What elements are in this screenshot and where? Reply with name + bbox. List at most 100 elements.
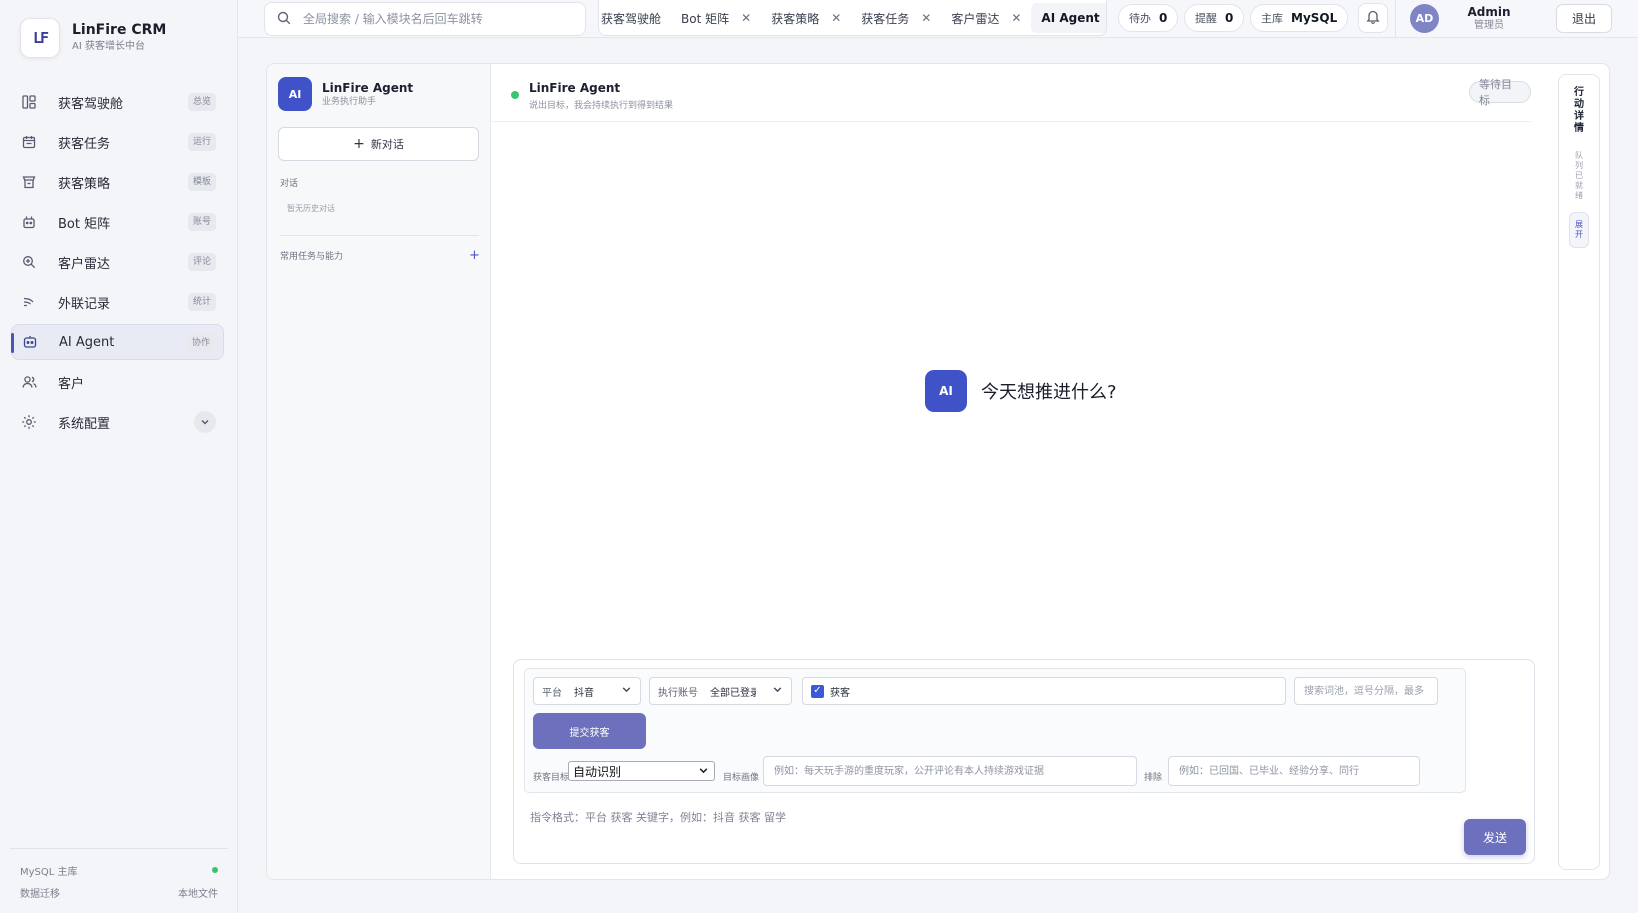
user-role: 管理员 bbox=[1474, 20, 1504, 31]
todo-count: 0 bbox=[1159, 11, 1168, 25]
exclude-input[interactable] bbox=[1168, 756, 1420, 786]
avatar[interactable]: AD bbox=[1410, 4, 1439, 33]
submit-acquisition-button[interactable]: 提交获客 bbox=[533, 713, 646, 749]
search-input[interactable] bbox=[303, 12, 563, 26]
sidebar-item-tasks[interactable]: 获客任务 运行 bbox=[11, 124, 224, 160]
goal-select[interactable]: 自动识别 bbox=[568, 761, 715, 781]
close-icon[interactable]: ✕ bbox=[741, 11, 751, 25]
tab-bot-matrix[interactable]: Bot 矩阵 ✕ bbox=[671, 3, 761, 33]
send-button[interactable]: 发送 bbox=[1464, 819, 1526, 855]
local-file-link[interactable]: 本地文件 bbox=[178, 885, 218, 900]
chevron-down-icon bbox=[772, 684, 783, 698]
tab-label: 获客策略 bbox=[771, 11, 820, 26]
close-icon[interactable]: ✕ bbox=[921, 11, 931, 25]
outreach-icon bbox=[21, 294, 37, 310]
goal-value: 自动识别 bbox=[573, 764, 622, 779]
db-status-dot bbox=[212, 867, 218, 873]
tab-radar[interactable]: 客户雷达 ✕ bbox=[941, 3, 1031, 33]
online-status-dot bbox=[511, 91, 519, 99]
brand[interactable]: LF LinFire CRM AI 获客增长中台 bbox=[20, 18, 166, 58]
tab-label: Bot 矩阵 bbox=[681, 11, 730, 26]
sidebar-item-ai-agent[interactable]: AI Agent 协作 bbox=[11, 324, 224, 360]
remind-label: 提醒 bbox=[1195, 12, 1217, 25]
notification-button[interactable] bbox=[1358, 3, 1388, 33]
sidebar-item-badge: 账号 bbox=[187, 213, 216, 231]
user-name: Admin bbox=[1467, 5, 1511, 19]
tab-label: 获客驾驶舱 bbox=[601, 11, 662, 26]
sidebar-item-label: 获客驾驶舱 bbox=[58, 96, 124, 112]
brand-subtitle: AI 获客增长中台 bbox=[72, 41, 145, 52]
remind-chip[interactable]: 提醒 0 bbox=[1184, 4, 1245, 32]
sidebar-item-radar[interactable]: 客户雷达 评论 bbox=[11, 244, 224, 280]
status-badge: 等待目标 bbox=[1469, 78, 1531, 107]
chat-title: LinFire Agent bbox=[529, 81, 621, 95]
sidebar-item-strategy[interactable]: 获客策略 模板 bbox=[11, 164, 224, 200]
agent-name: LinFire Agent bbox=[322, 80, 414, 95]
expand-button[interactable]: 展开 bbox=[1569, 212, 1589, 248]
persona-input[interactable] bbox=[763, 756, 1137, 786]
calendar-icon bbox=[21, 134, 37, 150]
add-capability-icon[interactable]: + bbox=[469, 248, 480, 263]
todo-label: 待办 bbox=[1129, 12, 1151, 25]
sidebar-nav: 获客驾驶舱 总览 获客任务 运行 获客策略 模板 Bot 矩阵 账号 客户雷达 … bbox=[11, 84, 224, 444]
sidebar-item-label: 系统配置 bbox=[58, 416, 111, 432]
user-info[interactable]: Admin 管理员 bbox=[1446, 5, 1532, 33]
db-value: MySQL bbox=[1291, 11, 1338, 25]
sidebar-item-customers[interactable]: 客户 bbox=[11, 364, 224, 400]
new-conversation-button[interactable]: + 新对话 bbox=[278, 127, 479, 161]
chevron-down-icon bbox=[698, 765, 709, 779]
tab-strip: 获客驾驶舱 Bot 矩阵 ✕ 获客策略 ✕ 获客任务 ✕ 客户雷达 ✕ AI Agent… bbox=[598, 0, 1107, 36]
logout-button[interactable]: 退出 bbox=[1556, 4, 1612, 33]
acquisition-form: 平台 抖音 执行账号 全部已登录 ✓ 获客 提交获客 获客目标 自动识别 bbox=[524, 668, 1466, 793]
chevron-down-icon[interactable] bbox=[194, 411, 216, 433]
migrate-link[interactable]: 数据迁移 bbox=[20, 885, 60, 900]
sidebar-item-badge: 统计 bbox=[187, 293, 216, 311]
sidebar-item-config[interactable]: 系统配置 bbox=[11, 404, 224, 440]
hero-prompt: 今天想推进什么? bbox=[981, 382, 1117, 403]
sidebar-item-label: 获客策略 bbox=[58, 176, 111, 192]
command-input[interactable] bbox=[530, 807, 1410, 827]
sidebar-item-label: Bot 矩阵 bbox=[58, 216, 111, 232]
tab-strategy[interactable]: 获客策略 ✕ bbox=[761, 3, 851, 33]
users-icon bbox=[21, 374, 37, 390]
account-select[interactable]: 执行账号 全部已登录 bbox=[649, 677, 792, 705]
empty-history-hint: 暂无历史对话 bbox=[287, 204, 335, 213]
divider bbox=[280, 235, 479, 236]
rail-queue-status: 队列已就绪 bbox=[1575, 151, 1583, 200]
tab-dashboard[interactable]: 获客驾驶舱 bbox=[599, 3, 671, 33]
tab-ai-agent[interactable]: AI Agent✕ bbox=[1031, 3, 1106, 33]
mode-checkbox-field[interactable]: ✓ 获客 bbox=[802, 677, 1286, 705]
capabilities-label: 常用任务与能力 bbox=[280, 252, 344, 262]
brand-logo: LF bbox=[20, 18, 60, 58]
sidebar-item-bot-matrix[interactable]: Bot 矩阵 账号 bbox=[11, 204, 224, 240]
sidebar: LF LinFire CRM AI 获客增长中台 获客驾驶舱 总览 获客任务 运… bbox=[0, 0, 238, 913]
sidebar-item-badge: 协作 bbox=[186, 334, 215, 352]
radar-search-icon bbox=[21, 254, 37, 270]
todo-chip[interactable]: 待办 0 bbox=[1118, 4, 1179, 32]
close-icon[interactable]: ✕ bbox=[1011, 11, 1021, 25]
tab-label: 获客任务 bbox=[861, 11, 910, 26]
topbar: 获客驾驶舱 Bot 矩阵 ✕ 获客策略 ✕ 获客任务 ✕ 客户雷达 ✕ AI Agent… bbox=[238, 0, 1638, 38]
sidebar-item-dashboard[interactable]: 获客驾驶舱 总览 bbox=[11, 84, 224, 120]
dashboard-icon bbox=[21, 94, 37, 110]
bell-icon bbox=[1366, 9, 1380, 28]
welcome-hero: AI 今天想推进什么? bbox=[925, 370, 1117, 412]
sidebar-item-outreach[interactable]: 外联记录 统计 bbox=[11, 284, 224, 320]
close-icon[interactable]: ✕ bbox=[831, 11, 841, 25]
platform-select[interactable]: 平台 抖音 bbox=[533, 677, 641, 705]
sidebar-item-badge: 模板 bbox=[187, 173, 216, 191]
rail-title: 行动详情 bbox=[1574, 87, 1584, 134]
sidebar-item-badge: 评论 bbox=[187, 253, 216, 271]
keyword-pool-input[interactable] bbox=[1294, 677, 1438, 705]
chat-subtitle: 说出目标，我会持续执行到得到结果 bbox=[529, 101, 674, 111]
sidebar-item-badge: 总览 bbox=[187, 93, 216, 111]
robot-icon bbox=[22, 334, 38, 350]
db-chip[interactable]: 主库 MySQL bbox=[1250, 4, 1349, 32]
checkbox[interactable]: ✓ bbox=[811, 684, 824, 698]
global-search[interactable] bbox=[264, 2, 586, 36]
chat-header: LinFire Agent 说出目标，我会持续执行到得到结果 等待目标 bbox=[491, 64, 1531, 122]
mode-label: 获客 bbox=[830, 687, 850, 699]
tab-tasks[interactable]: 获客任务 ✕ bbox=[851, 3, 941, 33]
bot-icon bbox=[21, 214, 37, 230]
action-detail-rail: 行动详情 队列已就绪 展开 bbox=[1558, 74, 1600, 870]
